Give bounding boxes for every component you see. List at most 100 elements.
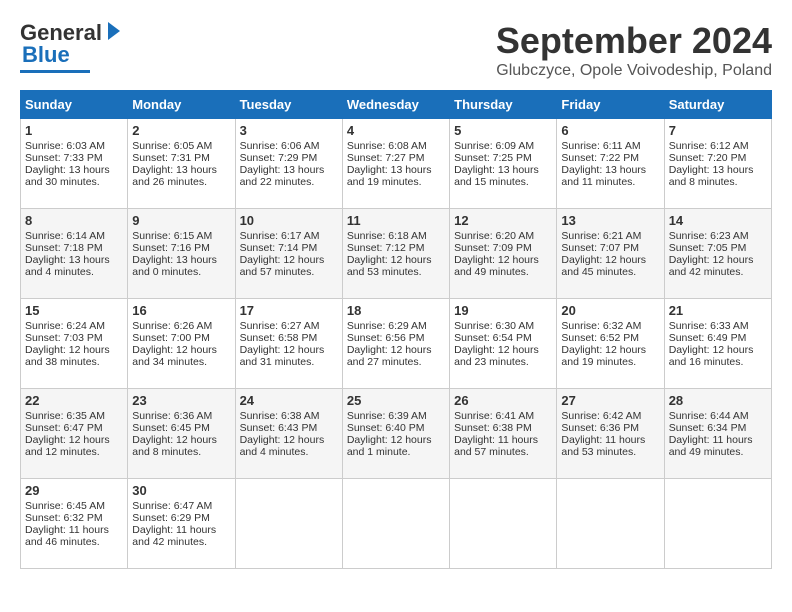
day-number: 21 (669, 303, 767, 318)
day-info-line: Sunset: 7:25 PM (454, 152, 552, 164)
day-number: 3 (240, 123, 338, 138)
day-info-line: Sunset: 6:45 PM (132, 422, 230, 434)
calendar-cell: 23Sunrise: 6:36 AMSunset: 6:45 PMDayligh… (128, 389, 235, 479)
day-info-line: Daylight: 12 hours (132, 344, 230, 356)
day-info-line: Sunset: 6:43 PM (240, 422, 338, 434)
day-info-line: Sunrise: 6:38 AM (240, 410, 338, 422)
header-row: Sunday Monday Tuesday Wednesday Thursday… (21, 91, 772, 119)
day-info-line: Sunrise: 6:39 AM (347, 410, 445, 422)
day-info-line: Sunset: 6:52 PM (561, 332, 659, 344)
calendar-cell: 30Sunrise: 6:47 AMSunset: 6:29 PMDayligh… (128, 479, 235, 569)
calendar-row: 15Sunrise: 6:24 AMSunset: 7:03 PMDayligh… (21, 299, 772, 389)
calendar-row: 22Sunrise: 6:35 AMSunset: 6:47 PMDayligh… (21, 389, 772, 479)
day-info-line: Sunrise: 6:17 AM (240, 230, 338, 242)
day-info-line: Sunrise: 6:05 AM (132, 140, 230, 152)
day-number: 11 (347, 213, 445, 228)
day-info-line: Sunset: 7:00 PM (132, 332, 230, 344)
day-number: 25 (347, 393, 445, 408)
day-number: 20 (561, 303, 659, 318)
day-info-line: Sunrise: 6:14 AM (25, 230, 123, 242)
day-info-line: Daylight: 12 hours (454, 344, 552, 356)
day-info-line: Sunrise: 6:30 AM (454, 320, 552, 332)
day-info-line: and 4 minutes. (25, 266, 123, 278)
day-info-line: Sunset: 7:33 PM (25, 152, 123, 164)
day-info-line: Sunrise: 6:29 AM (347, 320, 445, 332)
day-info-line: Daylight: 12 hours (240, 344, 338, 356)
day-info-line: and 49 minutes. (669, 446, 767, 458)
day-info-line: and 38 minutes. (25, 356, 123, 368)
day-info-line: and 53 minutes. (561, 446, 659, 458)
day-info-line: Sunset: 7:03 PM (25, 332, 123, 344)
calendar-cell: 22Sunrise: 6:35 AMSunset: 6:47 PMDayligh… (21, 389, 128, 479)
col-saturday: Saturday (664, 91, 771, 119)
day-number: 8 (25, 213, 123, 228)
day-info-line: and 42 minutes. (132, 536, 230, 548)
calendar-cell: 1Sunrise: 6:03 AMSunset: 7:33 PMDaylight… (21, 119, 128, 209)
day-info-line: Sunrise: 6:11 AM (561, 140, 659, 152)
page-header: General Blue September 2024 Glubczyce, O… (20, 20, 772, 80)
col-sunday: Sunday (21, 91, 128, 119)
day-info-line: Daylight: 13 hours (454, 164, 552, 176)
day-info-line: Sunrise: 6:44 AM (669, 410, 767, 422)
calendar-cell: 25Sunrise: 6:39 AMSunset: 6:40 PMDayligh… (342, 389, 449, 479)
calendar-cell: 2Sunrise: 6:05 AMSunset: 7:31 PMDaylight… (128, 119, 235, 209)
calendar-row: 8Sunrise: 6:14 AMSunset: 7:18 PMDaylight… (21, 209, 772, 299)
day-info-line: Sunrise: 6:42 AM (561, 410, 659, 422)
day-info-line: Daylight: 12 hours (669, 344, 767, 356)
day-info-line: Daylight: 12 hours (347, 254, 445, 266)
day-info-line: Sunrise: 6:41 AM (454, 410, 552, 422)
day-info-line: Daylight: 13 hours (347, 164, 445, 176)
calendar-cell: 6Sunrise: 6:11 AMSunset: 7:22 PMDaylight… (557, 119, 664, 209)
day-info-line: Daylight: 12 hours (561, 254, 659, 266)
day-info-line: Sunset: 7:29 PM (240, 152, 338, 164)
day-info-line: Sunrise: 6:12 AM (669, 140, 767, 152)
day-info-line: and 57 minutes. (454, 446, 552, 458)
day-info-line: Daylight: 12 hours (240, 434, 338, 446)
day-info-line: Sunrise: 6:36 AM (132, 410, 230, 422)
day-info-line: Sunrise: 6:21 AM (561, 230, 659, 242)
day-info-line: Daylight: 11 hours (132, 524, 230, 536)
day-info-line: Sunrise: 6:47 AM (132, 500, 230, 512)
day-number: 30 (132, 483, 230, 498)
day-info-line: Daylight: 12 hours (454, 254, 552, 266)
day-info-line: and 8 minutes. (669, 176, 767, 188)
day-number: 29 (25, 483, 123, 498)
day-info-line: Daylight: 12 hours (347, 434, 445, 446)
calendar-cell: 16Sunrise: 6:26 AMSunset: 7:00 PMDayligh… (128, 299, 235, 389)
day-info-line: Sunset: 7:31 PM (132, 152, 230, 164)
day-info-line: Daylight: 13 hours (132, 164, 230, 176)
day-number: 15 (25, 303, 123, 318)
day-info-line: Sunrise: 6:33 AM (669, 320, 767, 332)
day-info-line: and 34 minutes. (132, 356, 230, 368)
logo-blue-text: Blue (22, 42, 70, 68)
calendar-cell: 4Sunrise: 6:08 AMSunset: 7:27 PMDaylight… (342, 119, 449, 209)
day-info-line: Daylight: 12 hours (669, 254, 767, 266)
calendar-cell: 8Sunrise: 6:14 AMSunset: 7:18 PMDaylight… (21, 209, 128, 299)
day-number: 23 (132, 393, 230, 408)
calendar-row: 29Sunrise: 6:45 AMSunset: 6:32 PMDayligh… (21, 479, 772, 569)
day-info-line: and 22 minutes. (240, 176, 338, 188)
day-number: 12 (454, 213, 552, 228)
calendar-cell: 24Sunrise: 6:38 AMSunset: 6:43 PMDayligh… (235, 389, 342, 479)
calendar-cell: 21Sunrise: 6:33 AMSunset: 6:49 PMDayligh… (664, 299, 771, 389)
calendar-cell (235, 479, 342, 569)
day-info-line: Sunrise: 6:23 AM (669, 230, 767, 242)
col-thursday: Thursday (450, 91, 557, 119)
day-number: 26 (454, 393, 552, 408)
day-info-line: and 53 minutes. (347, 266, 445, 278)
day-number: 10 (240, 213, 338, 228)
day-number: 16 (132, 303, 230, 318)
calendar-cell: 17Sunrise: 6:27 AMSunset: 6:58 PMDayligh… (235, 299, 342, 389)
calendar-cell: 29Sunrise: 6:45 AMSunset: 6:32 PMDayligh… (21, 479, 128, 569)
calendar-cell: 27Sunrise: 6:42 AMSunset: 6:36 PMDayligh… (557, 389, 664, 479)
day-number: 7 (669, 123, 767, 138)
day-info-line: Daylight: 13 hours (240, 164, 338, 176)
day-info-line: Daylight: 12 hours (347, 344, 445, 356)
day-info-line: Daylight: 13 hours (25, 254, 123, 266)
calendar-header: Sunday Monday Tuesday Wednesday Thursday… (21, 91, 772, 119)
day-info-line: and 0 minutes. (132, 266, 230, 278)
col-tuesday: Tuesday (235, 91, 342, 119)
day-info-line: and 16 minutes. (669, 356, 767, 368)
col-friday: Friday (557, 91, 664, 119)
day-info-line: Sunset: 7:12 PM (347, 242, 445, 254)
